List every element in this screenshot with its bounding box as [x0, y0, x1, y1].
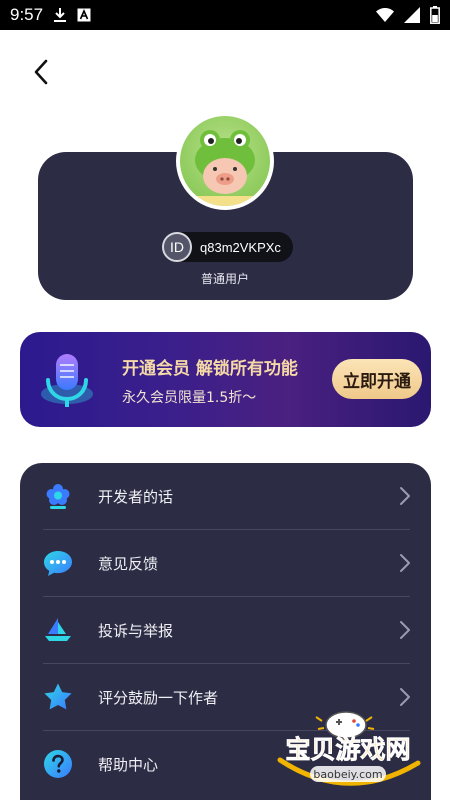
- flower-icon: [43, 481, 73, 511]
- question-icon: [43, 749, 73, 779]
- menu-item-label: 意见反馈: [98, 554, 159, 573]
- menu-item-feedback[interactable]: 意见反馈: [20, 530, 431, 596]
- frog-pig-avatar-icon: [180, 116, 270, 206]
- settings-menu: 开发者的话 意见反馈 投诉与举报 评分鼓励一下作者 帮助中心: [20, 463, 431, 800]
- download-icon: [53, 7, 67, 23]
- menu-item-label: 开发者的话: [98, 487, 174, 506]
- avatar[interactable]: [176, 112, 274, 210]
- id-badge-icon: ID: [162, 232, 192, 262]
- battery-icon: [430, 6, 440, 24]
- user-type-label: 普通用户: [200, 272, 249, 286]
- vip-title: 开通会员 解锁所有功能: [122, 359, 298, 379]
- menu-item-label: 评分鼓励一下作者: [98, 688, 219, 707]
- back-button[interactable]: [28, 56, 56, 88]
- wifi-icon: [376, 8, 394, 22]
- menu-item-developer-words[interactable]: 开发者的话: [20, 463, 431, 529]
- a-box-icon: [77, 8, 91, 22]
- chevron-left-icon: [34, 59, 48, 85]
- chevron-right-icon: [399, 687, 411, 707]
- chevron-right-icon: [399, 620, 411, 640]
- star-icon: [43, 682, 73, 712]
- microphone-icon: [36, 346, 98, 412]
- menu-item-label: 帮助中心: [98, 755, 159, 774]
- chevron-right-icon: [399, 553, 411, 573]
- user-id-pill[interactable]: ID q83m2VKPXc: [162, 232, 293, 262]
- signal-icon: [404, 7, 420, 23]
- user-id-text: q83m2VKPXc: [200, 239, 281, 255]
- vip-subtitle: 永久会员限量1.5折～: [122, 390, 257, 406]
- status-bar: 9:57: [0, 0, 450, 30]
- menu-item-rate-author[interactable]: 评分鼓励一下作者: [20, 664, 431, 730]
- paper-boat-icon: [43, 615, 73, 645]
- menu-item-help-center[interactable]: 帮助中心: [20, 731, 431, 797]
- menu-item-report[interactable]: 投诉与举报: [20, 597, 431, 663]
- status-time: 9:57: [10, 5, 44, 24]
- vip-banner[interactable]: 开通会员 解锁所有功能 永久会员限量1.5折～ 立即开通: [20, 332, 431, 427]
- menu-item-label: 投诉与举报: [98, 621, 174, 640]
- chat-bubble-icon: [43, 548, 73, 578]
- open-vip-button[interactable]: 立即开通: [332, 359, 422, 399]
- chevron-right-icon: [399, 486, 411, 506]
